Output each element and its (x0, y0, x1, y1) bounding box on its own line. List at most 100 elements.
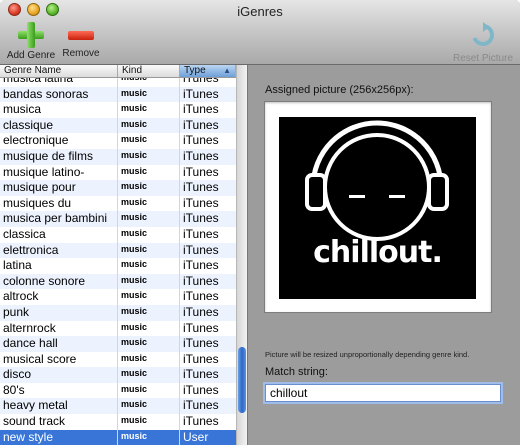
reset-arrow-icon (472, 22, 494, 46)
kind-cell: music (121, 196, 148, 207)
add-genre-button[interactable]: Add Genre (6, 22, 56, 61)
vertical-scrollbar[interactable] (236, 65, 247, 445)
genre-list: Genre Name Kind Type ▲ musica latinamusi… (0, 65, 248, 445)
kind-cell: music (121, 78, 179, 84)
kind-cell: music (121, 134, 148, 145)
table-row[interactable]: musica per bambini music iTunes (0, 211, 236, 227)
minus-icon (68, 31, 94, 40)
reset-picture-label: Reset Picture (452, 53, 514, 64)
type-cell: iTunes (183, 226, 219, 241)
table-row[interactable]: musique latino-music iTunes (0, 165, 236, 181)
type-cell: iTunes (183, 117, 219, 132)
genre-name-cell: altrock (3, 289, 39, 304)
type-cell: iTunes (183, 289, 219, 304)
type-cell: iTunes (183, 304, 219, 319)
genre-name-cell: musical score (3, 351, 77, 366)
genre-name-cell: sound track (3, 414, 66, 429)
kind-cell: music (121, 399, 148, 410)
match-string-input[interactable] (265, 384, 501, 402)
kind-cell: music (121, 383, 148, 394)
column-header-kind[interactable]: Kind (118, 65, 180, 77)
type-cell: iTunes (183, 180, 219, 195)
genre-name-cell: musica per bambini (3, 211, 108, 226)
table-row[interactable]: altrock music iTunes (0, 289, 236, 305)
table-row[interactable]: 80's music iTunes (0, 383, 236, 399)
match-string-label: Match string: (265, 366, 328, 378)
table-row[interactable]: classique music iTunes (0, 117, 236, 134)
kind-cell: music (121, 243, 148, 254)
type-cell: iTunes (183, 351, 219, 366)
type-cell: iTunes (183, 273, 219, 288)
plus-icon (18, 22, 44, 48)
table-row[interactable]: sound track music iTunes (0, 414, 236, 430)
table-row[interactable]: musique pour music iTunes (0, 180, 236, 196)
genre-name-cell: classica (3, 226, 46, 241)
type-cell: User (183, 429, 209, 444)
table-row[interactable]: punk music iTunes (0, 304, 236, 321)
kind-cell: music (121, 415, 148, 426)
table-row[interactable]: heavy metal music iTunes (0, 398, 236, 415)
table-row[interactable]: disco music iTunes (0, 367, 236, 383)
column-divider (117, 78, 118, 445)
reset-picture-button[interactable]: Reset Picture (452, 22, 514, 64)
assigned-picture-label: Assigned picture (256x256px): (265, 84, 414, 96)
kind-cell: music (121, 321, 148, 332)
genre-name-cell: disco (3, 367, 32, 382)
table-row[interactable]: musique de films music iTunes (0, 148, 236, 165)
table-row[interactable]: classica music iTunes (0, 227, 236, 243)
table-row[interactable]: elettronica music iTunes (0, 242, 236, 259)
genre-name-cell: new style (3, 429, 54, 444)
picture-text: chillout. (313, 235, 443, 270)
column-divider (179, 78, 180, 445)
genre-name-cell: musiques du (3, 195, 72, 210)
genre-name-cell: musique pour (3, 180, 76, 195)
genre-name-cell: elettronica (3, 242, 59, 257)
kind-cell: music (121, 212, 148, 223)
type-cell: iTunes (183, 320, 219, 335)
table-row[interactable]: electronique music iTunes (0, 133, 236, 149)
column-header-type[interactable]: Type ▲ (180, 65, 236, 77)
remove-button[interactable]: Remove (60, 22, 102, 59)
table-row[interactable]: alternrock music iTunes (0, 321, 236, 337)
kind-cell: music (121, 368, 148, 379)
type-cell: iTunes (183, 367, 219, 382)
table-row[interactable]: musica music iTunes (0, 102, 236, 118)
type-cell: iTunes (183, 258, 219, 273)
sort-ascending-icon: ▲ (223, 66, 231, 75)
type-cell: iTunes (183, 195, 219, 210)
table-row[interactable]: colonne sonore music iTunes (0, 273, 236, 290)
kind-cell: music (121, 103, 148, 114)
genre-picture: chillout. (279, 117, 476, 299)
picture-well[interactable]: chillout. (264, 101, 492, 313)
type-cell: iTunes (183, 398, 219, 413)
genre-name-cell: latina (3, 258, 32, 273)
kind-cell: music (121, 430, 148, 441)
table-row[interactable]: latina music iTunes (0, 258, 236, 274)
window-title: iGenres (237, 4, 283, 19)
headphone-face-icon (305, 120, 449, 241)
toolbar: iGenres Add Genre Remove Reset Picture (0, 0, 520, 65)
genre-name-cell: electronique (3, 133, 69, 148)
type-cell: iTunes (183, 382, 219, 397)
resize-note: Picture will be resized unproportionally… (265, 350, 470, 359)
genre-name-cell: dance hall (3, 336, 58, 351)
genre-name-cell: punk (3, 304, 30, 319)
type-cell: iTunes (183, 148, 219, 163)
table-row[interactable]: musical score music iTunes (0, 352, 236, 368)
kind-cell: music (121, 87, 148, 98)
table-row[interactable]: bandas sonoras music iTunes (0, 86, 236, 103)
kind-cell: music (121, 274, 148, 285)
type-cell: iTunes (183, 414, 219, 429)
column-header-genre-name[interactable]: Genre Name (0, 65, 118, 77)
table-row[interactable]: dance hall music iTunes (0, 336, 236, 352)
table-body: musica latinamusiciTunesbandas sonorasmu… (0, 78, 236, 445)
table-row[interactable]: new style music User (0, 429, 236, 445)
table-row[interactable]: musica latina music iTunes (0, 78, 236, 87)
scrollbar-thumb[interactable] (238, 347, 246, 413)
kind-cell: music (121, 181, 148, 192)
type-cell: iTunes (183, 133, 219, 148)
table-row[interactable]: musiques du music iTunes (0, 196, 236, 212)
genre-detail-panel: Assigned picture (256x256px): chillout. … (248, 65, 520, 445)
genre-name-cell: heavy metal (3, 398, 68, 413)
table-header: Genre Name Kind Type ▲ (0, 65, 236, 78)
